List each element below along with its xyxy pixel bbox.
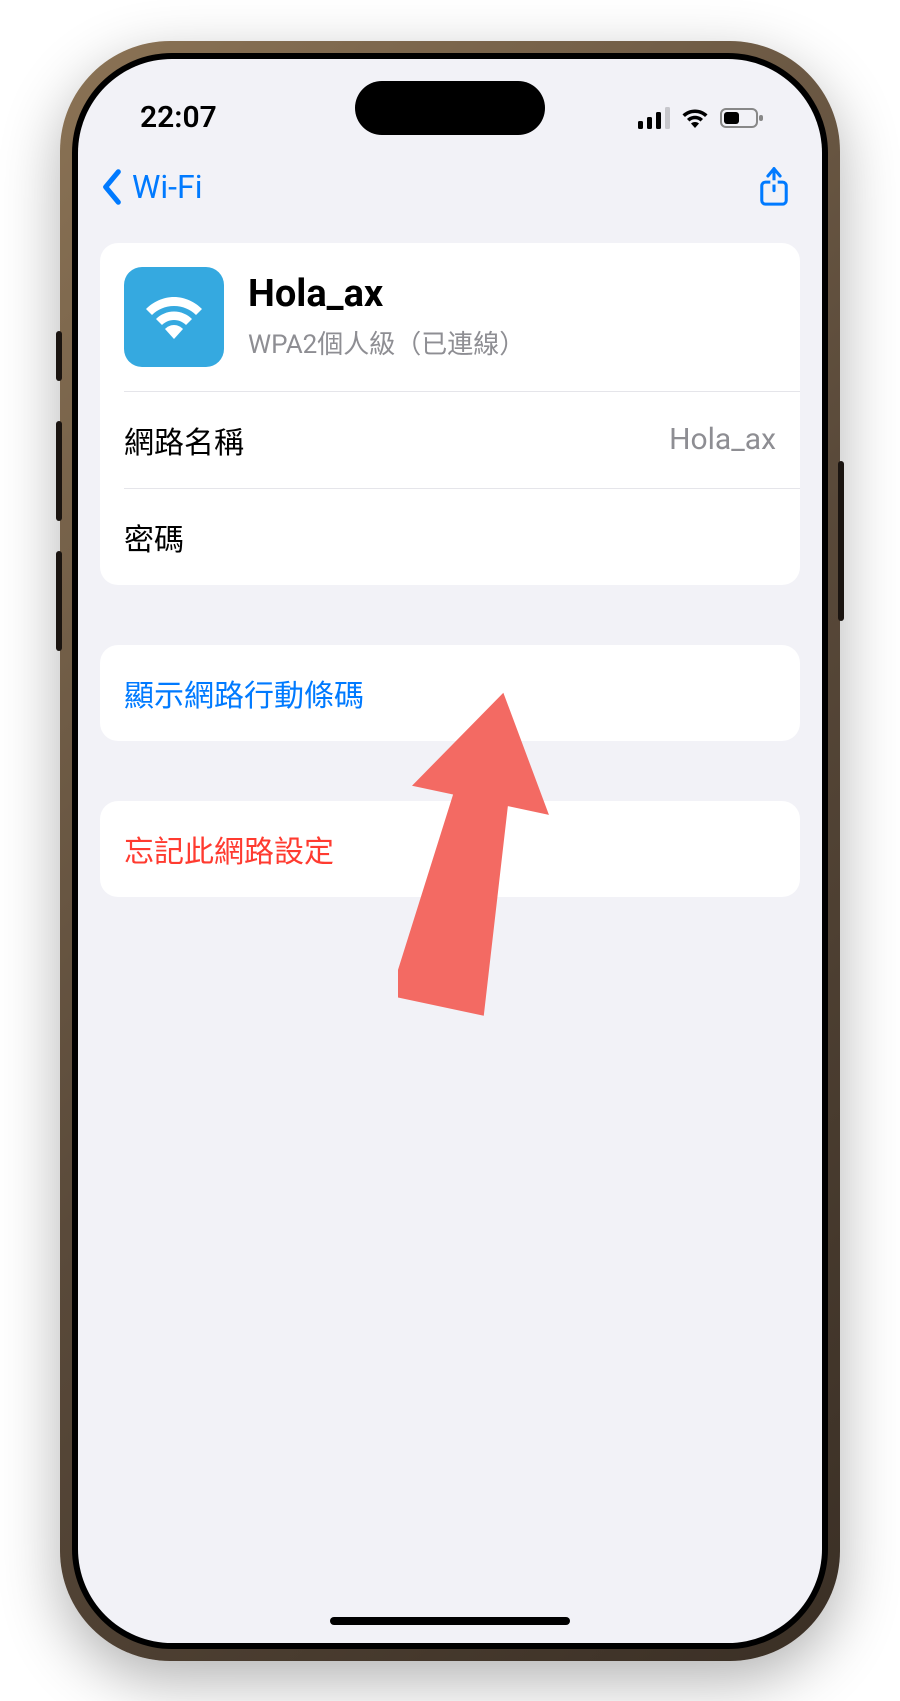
network-name: Hola_ax xyxy=(248,272,525,318)
phone-inner: 22:07 xyxy=(72,53,828,1649)
side-button-silence xyxy=(56,331,62,381)
show-qr-button[interactable]: 顯示網路行動條碼 xyxy=(100,645,800,741)
nav-bar: Wi-Fi xyxy=(78,149,822,233)
network-card: Hola_ax WPA2個人級（已連線） 網路名稱 Hola_ax 密碼 xyxy=(100,243,800,585)
side-button-volume-up xyxy=(56,421,62,521)
row-password[interactable]: 密碼 xyxy=(100,489,800,585)
cellular-icon xyxy=(638,107,670,129)
content: Hola_ax WPA2個人級（已連線） 網路名稱 Hola_ax 密碼 xyxy=(78,243,822,897)
row-label: 網路名稱 xyxy=(124,418,244,462)
wifi-glyph-icon xyxy=(140,291,208,343)
battery-icon xyxy=(720,107,764,129)
status-icons xyxy=(638,107,764,129)
wifi-icon xyxy=(680,107,710,129)
phone-frame: 22:07 xyxy=(60,41,840,1661)
network-subtitle: WPA2個人級（已連線） xyxy=(248,324,525,361)
wifi-tile-icon xyxy=(124,267,224,367)
home-indicator[interactable] xyxy=(330,1617,570,1625)
side-button-power xyxy=(838,461,844,621)
dynamic-island xyxy=(355,81,545,135)
chevron-left-icon xyxy=(98,168,126,206)
screen: 22:07 xyxy=(78,59,822,1643)
network-info: Hola_ax WPA2個人級（已連線） xyxy=(248,272,525,361)
row-label: 密碼 xyxy=(124,515,184,559)
action-label: 忘記此網路設定 xyxy=(124,835,334,870)
side-button-volume-down xyxy=(56,551,62,651)
back-button[interactable]: Wi-Fi xyxy=(98,168,202,206)
row-value: Hola_ax xyxy=(669,422,776,457)
back-label: Wi-Fi xyxy=(132,168,202,206)
forget-network-button[interactable]: 忘記此網路設定 xyxy=(100,801,800,897)
share-button[interactable] xyxy=(754,165,794,209)
status-time: 22:07 xyxy=(140,100,217,135)
network-header: Hola_ax WPA2個人級（已連線） xyxy=(100,243,800,391)
action-label: 顯示網路行動條碼 xyxy=(124,679,364,714)
row-network-name[interactable]: 網路名稱 Hola_ax xyxy=(100,392,800,488)
